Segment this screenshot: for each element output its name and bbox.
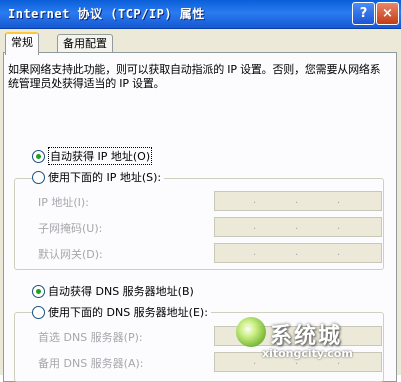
ip-octet-dot: . (253, 247, 257, 258)
ip-address-input[interactable]: . . . (214, 191, 382, 211)
watermark-logo-icon (236, 317, 266, 347)
help-button[interactable]: ? (352, 2, 375, 25)
tab-general[interactable]: 常规 (5, 32, 39, 55)
radio-use-following-ip[interactable]: 使用下面的 IP 地址(S): (32, 170, 165, 184)
radio-label: 自动获得 IP 地址(O) (48, 147, 153, 165)
window-title: Internet 协议 (TCP/IP) 属性 (8, 7, 205, 21)
ip-octet-dot: . (337, 247, 341, 258)
subnet-mask-input[interactable]: . . . (214, 217, 382, 237)
watermark-url: xitongcity.com (262, 347, 353, 360)
radio-label: 使用下面的 DNS 服务器地址(E): (48, 306, 208, 319)
default-gateway-input[interactable]: . . . (214, 243, 382, 263)
default-gateway-label: 默认网关(D): (38, 248, 103, 261)
radio-label: 使用下面的 IP 地址(S): (48, 171, 162, 184)
ip-octet-dot: . (253, 195, 257, 206)
radio-label: 自动获得 DNS 服务器地址(B) (48, 285, 194, 298)
ip-address-label: IP 地址(I): (38, 196, 89, 209)
ip-octet-dot: . (337, 195, 341, 206)
alternate-dns-label: 备用 DNS 服务器(A): (38, 357, 144, 370)
ip-octet-dot: . (295, 221, 299, 232)
help-icon: ? (359, 6, 368, 21)
watermark-brand: 系统城 (270, 324, 343, 349)
radio-obtain-dns-auto[interactable]: 自动获得 DNS 服务器地址(B) (32, 284, 197, 298)
radio-indicator[interactable] (32, 284, 45, 298)
ip-octet-dot: . (253, 221, 257, 232)
ip-octet-dot: . (295, 195, 299, 206)
title-bar[interactable]: Internet 协议 (TCP/IP) 属性 ? × (0, 0, 401, 29)
ip-octet-dot: . (295, 247, 299, 258)
subnet-mask-label: 子网掩码(U): (38, 222, 103, 235)
radio-obtain-ip-auto[interactable]: 自动获得 IP 地址(O) (32, 147, 156, 165)
ip-octet-dot: . (337, 221, 341, 232)
radio-use-following-dns[interactable]: 使用下面的 DNS 服务器地址(E): (32, 305, 211, 319)
radio-indicator[interactable] (32, 305, 45, 319)
preferred-dns-label: 首选 DNS 服务器(P): (38, 331, 143, 344)
ip-octet-dot: . (253, 356, 257, 367)
description-text: 如果网络支持此功能，则可以获取自动指派的 IP 设置。否则，您需要从网络系统管理… (8, 63, 381, 90)
close-icon: × (382, 6, 393, 21)
radio-indicator[interactable] (32, 170, 45, 184)
radio-indicator[interactable] (32, 149, 45, 163)
tab-alternate-configuration[interactable]: 备用配置 (57, 34, 113, 53)
close-button[interactable]: × (376, 2, 399, 25)
